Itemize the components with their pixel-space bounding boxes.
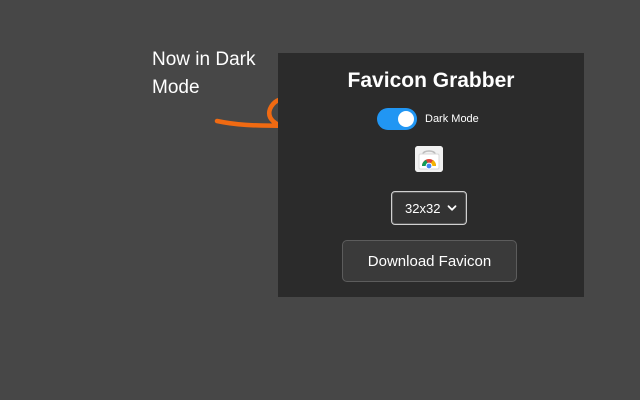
dark-mode-label: Dark Mode — [425, 113, 479, 125]
chrome-webstore-icon — [415, 146, 443, 172]
download-favicon-button[interactable]: Download Favicon — [342, 240, 517, 282]
favicon-size-select[interactable]: 32x32 — [391, 191, 467, 225]
chevron-down-icon — [447, 205, 457, 211]
toggle-knob — [398, 111, 414, 127]
popup-title: Favicon Grabber — [347, 69, 515, 92]
extension-popup-panel: Favicon Grabber Dark Mode 32x32 Download… — [278, 53, 584, 297]
dark-mode-row: Dark Mode — [377, 108, 479, 130]
size-select-value: 32x32 — [405, 200, 441, 216]
dark-mode-toggle[interactable] — [377, 108, 417, 130]
